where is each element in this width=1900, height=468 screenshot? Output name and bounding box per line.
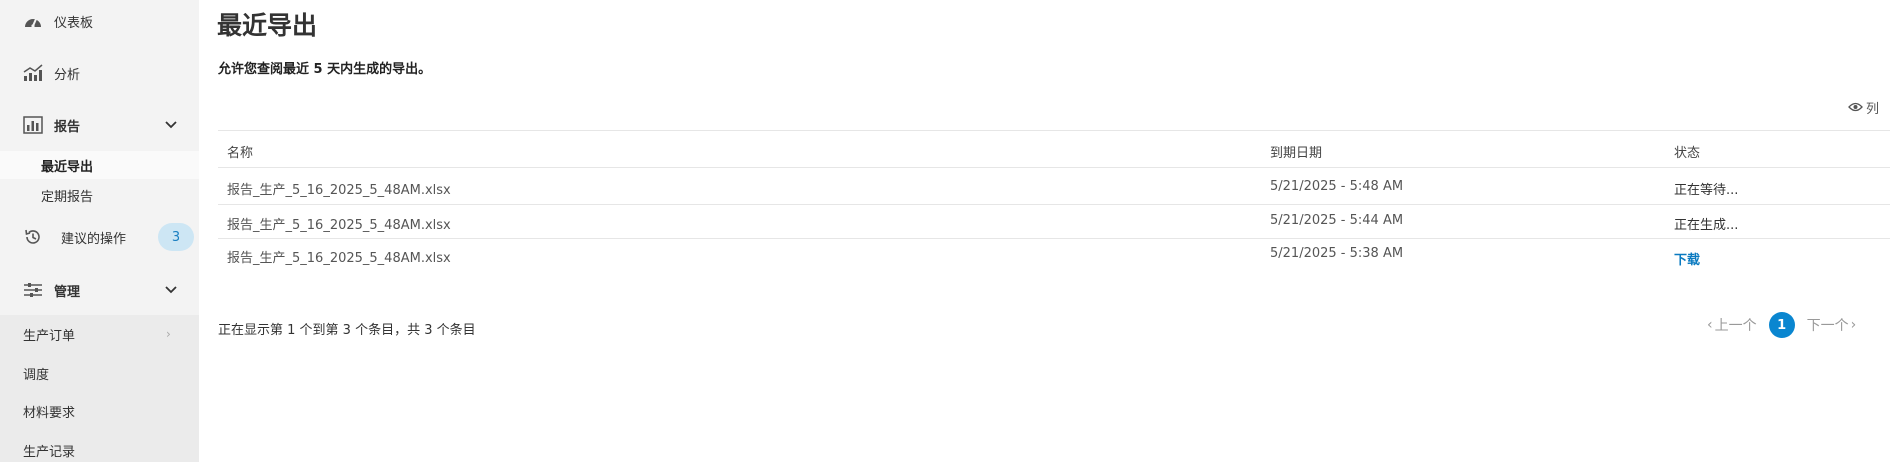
count-badge: 3 [158,223,194,251]
sidebar-item-label: 管理 [54,284,81,300]
sidebar-item-label: 仪表板 [54,15,94,31]
sidebar-item-label: 报告 [54,119,81,135]
paging-info: 正在显示第 1 个到第 3 个条目，共 3 个条目 [218,323,476,338]
sidebar-item-analytics[interactable]: 分析 [0,53,199,93]
sidebar: 仪表板 分析 报告 最近导出 定期报告 建议的操作 3 管理 生产订单 › 调度… [0,0,199,462]
sidebar-item-suggested-actions[interactable]: 建议的操作 3 [0,217,199,257]
sidebar-subitem-scheduling[interactable]: 调度 [0,355,199,391]
sidebar-item-management[interactable]: 管理 [0,270,199,310]
table-divider [218,238,1890,239]
sidebar-subitem-label: 调度 [23,367,50,383]
chevron-down-icon[interactable] [164,283,178,297]
gauge-icon [22,10,44,32]
pagination: ‹ 上一个 1 下一个 › [1707,312,1856,338]
eye-icon [1848,102,1863,112]
download-link[interactable]: 下载 [1674,249,1700,268]
table-divider [218,130,1890,131]
sidebar-subitem-label: 生产订单 [23,328,76,344]
chevron-left-icon: ‹ [1707,317,1713,333]
sidebar-item-label: 分析 [54,67,81,83]
report-chart-icon [22,114,44,136]
cell-expiry-date: 5/21/2025 - 5:38 AM [1270,246,1404,261]
cell-expiry-date: 5/21/2025 - 5:48 AM [1270,179,1404,194]
analytics-chart-icon [22,62,44,84]
previous-page-button[interactable]: ‹ 上一个 [1707,315,1757,335]
cell-status: 正在等待... [1674,183,1739,198]
chevron-down-icon[interactable] [164,118,178,132]
page-title: 最近导出 [217,11,318,40]
column-header-expiry[interactable]: 到期日期 [1270,142,1322,161]
chevron-right-icon: › [1850,317,1857,333]
sidebar-subitem-production-records[interactable]: 生产记录 [0,432,199,468]
sidebar-subitem-label: 定期报告 [41,189,94,205]
columns-button-label: 列 [1866,101,1880,117]
column-header-status[interactable]: 状态 [1674,142,1700,161]
next-page-button[interactable]: 下一个 › [1807,315,1857,335]
page-number-current[interactable]: 1 [1768,312,1795,338]
sidebar-subitem-label: 最近导出 [41,159,94,175]
sidebar-item-dashboard[interactable]: 仪表板 [0,1,199,41]
sidebar-subitem-production-orders[interactable]: 生产订单 › [0,316,199,352]
chevron-right-icon: › [166,327,171,341]
column-header-name[interactable]: 名称 [227,142,253,161]
table-divider [218,167,1890,168]
page-description: 允许您查阅最近 5 天内生成的导出。 [218,62,432,77]
cell-file-name: 报告_生产_5_16_2025_5_48AM.xlsx [227,183,451,198]
table-divider [218,204,1890,205]
cell-file-name: 报告_生产_5_16_2025_5_48AM.xlsx [227,251,451,266]
sidebar-subitem-scheduled-reports[interactable]: 定期报告 [0,181,199,209]
sliders-icon [22,279,44,301]
cell-expiry-date: 5/21/2025 - 5:44 AM [1270,213,1404,228]
next-page-label: 下一个 [1806,318,1849,334]
sidebar-item-label: 建议的操作 [61,231,127,247]
sidebar-subitem-recent-exports[interactable]: 最近导出 [0,151,199,179]
sidebar-subitem-label: 生产记录 [23,444,76,460]
previous-page-label: 上一个 [1714,318,1757,334]
sidebar-subitem-label: 材料要求 [23,405,76,421]
sidebar-subitem-material-requirements[interactable]: 材料要求 [0,393,199,429]
sidebar-item-reports[interactable]: 报告 [0,105,199,145]
history-icon [22,226,44,248]
columns-button[interactable]: 列 [1848,98,1880,117]
management-submenu: 生产订单 › 调度 材料要求 生产记录 [0,315,199,462]
cell-file-name: 报告_生产_5_16_2025_5_48AM.xlsx [227,218,451,233]
cell-status: 正在生成... [1674,218,1739,233]
